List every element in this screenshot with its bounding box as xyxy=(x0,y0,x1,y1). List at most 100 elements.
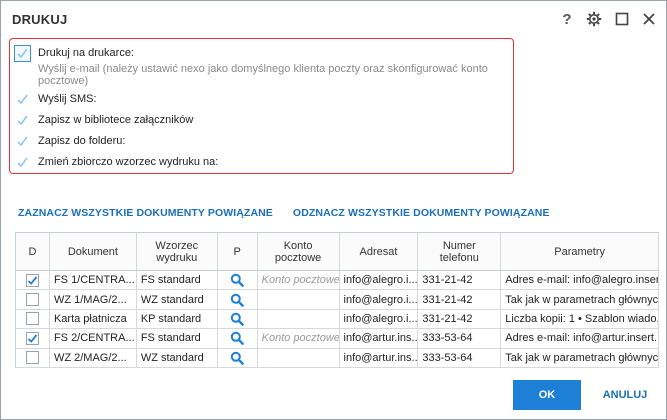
cell-wzorzec: WZ standard xyxy=(137,348,218,367)
cell-parametry: Adres e-mail: info@alegro.insert... xyxy=(501,271,659,290)
cell-dokument: WZ 2/MAG/2... xyxy=(50,348,137,367)
cell-wzorzec: KP standard xyxy=(137,309,218,329)
table-row[interactable]: WZ 2/MAG/2... WZ standard info@artur.ins… xyxy=(16,348,659,368)
cell-konto[interactable]: Konto pocztowe xyxy=(258,271,340,290)
cell-konto xyxy=(258,290,340,309)
search-icon[interactable] xyxy=(230,331,244,346)
deselect-all-related-link[interactable]: ODZNACZ WSZYSTKIE DOKUMENTY POWIĄZANE xyxy=(293,207,550,219)
cell-preview xyxy=(218,348,258,367)
search-icon[interactable] xyxy=(230,293,244,307)
search-icon[interactable] xyxy=(230,312,244,326)
option-change-template[interactable]: Zmień zbiorczo wzorzec wydruku na: xyxy=(14,152,218,172)
cell-wzorzec: WZ standard xyxy=(137,290,218,309)
cell-konto[interactable]: Konto pocztowe xyxy=(258,329,340,348)
link-bar: ZAZNACZ WSZYSTKIE DOKUMENTY POWIĄZANE OD… xyxy=(18,207,550,219)
cell-parametry: Tak jak w parametrach głównych xyxy=(501,290,659,309)
dialog-title: DRUKUJ xyxy=(12,12,68,27)
cell-preview xyxy=(218,271,258,290)
print-dialog: DRUKUJ ? Drukuj na drukarce: Wyślij e-ma… xyxy=(0,0,667,420)
cancel-button[interactable]: ANULUJ xyxy=(595,380,655,410)
cell-parametry: Tak jak w parametrach głównych xyxy=(501,348,659,367)
print-options-panel: Drukuj na drukarce: Wyślij e-mail (należ… xyxy=(9,38,514,174)
checkbox-send-sms[interactable] xyxy=(14,91,31,108)
option-save-library[interactable]: Zapisz w bibliotece załączników xyxy=(14,110,193,130)
row-checkbox-cell xyxy=(16,290,50,309)
table-row[interactable]: Karta płatnicza KP standard info@alegro.… xyxy=(16,309,659,330)
cell-telefon: 331-21-42 xyxy=(418,309,502,329)
cell-adresat: info@alegro.i... xyxy=(340,290,419,309)
cell-wzorzec: FS standard xyxy=(137,329,218,348)
option-print-printer[interactable]: Drukuj na drukarce: xyxy=(14,43,134,63)
option-label: Wyślij e-mail (należy ustawić nexo jako … xyxy=(38,63,488,87)
option-send-sms[interactable]: Wyślij SMS: xyxy=(14,89,97,109)
row-checkbox-cell xyxy=(16,329,50,348)
checkbox-change-template[interactable] xyxy=(14,154,31,171)
documents-table: D Dokument Wzorzec wydruku P Konto poczt… xyxy=(15,232,659,368)
ok-button[interactable]: OK xyxy=(513,380,581,410)
maximize-button[interactable] xyxy=(612,9,632,29)
check-icon xyxy=(17,157,28,167)
checkbox-save-library[interactable] xyxy=(14,112,31,129)
header-adresat[interactable]: Adresat xyxy=(340,233,419,270)
header-dokument[interactable]: Dokument xyxy=(50,233,137,270)
cell-konto xyxy=(258,309,340,329)
cell-dokument: FS 2/CENTRA... xyxy=(50,329,137,348)
check-icon xyxy=(27,276,38,285)
cell-telefon: 333-53-64 xyxy=(418,329,502,348)
option-label: Zapisz do folderu: xyxy=(38,135,126,147)
cell-dokument: FS 1/CENTRA... xyxy=(50,271,137,290)
settings-button[interactable] xyxy=(584,9,604,29)
row-checkbox[interactable] xyxy=(25,351,39,365)
cell-dokument: WZ 1/MAG/2... xyxy=(50,290,137,309)
row-checkbox[interactable] xyxy=(25,293,39,307)
select-all-related-link[interactable]: ZAZNACZ WSZYSTKIE DOKUMENTY POWIĄZANE xyxy=(18,207,273,219)
row-checkbox-cell xyxy=(16,271,50,290)
row-checkbox[interactable] xyxy=(25,312,39,326)
table-row[interactable]: WZ 1/MAG/2... WZ standard info@alegro.i.… xyxy=(16,290,659,310)
cell-adresat: info@artur.ins... xyxy=(340,348,419,367)
cell-adresat: info@alegro.i... xyxy=(340,309,419,329)
header-konto[interactable]: Konto pocztowe xyxy=(258,233,340,270)
cell-telefon: 331-21-42 xyxy=(418,271,502,290)
table-header: D Dokument Wzorzec wydruku P Konto poczt… xyxy=(16,233,659,271)
cell-wzorzec: FS standard xyxy=(137,271,218,290)
option-label: Zapisz w bibliotece załączników xyxy=(38,114,194,126)
search-icon[interactable] xyxy=(230,273,244,287)
row-checkbox-cell xyxy=(16,348,50,367)
cell-parametry: Liczba kopii: 1 • Szablon wiado... xyxy=(501,309,659,329)
cell-dokument: Karta płatnicza xyxy=(50,309,137,329)
option-label: Drukuj na drukarce: xyxy=(38,47,134,59)
cell-telefon: 331-21-42 xyxy=(418,290,502,309)
check-icon xyxy=(27,334,38,343)
search-icon[interactable] xyxy=(230,351,244,365)
header-p[interactable]: P xyxy=(218,233,258,270)
checkbox-print-printer[interactable] xyxy=(14,44,31,62)
row-checkbox[interactable] xyxy=(25,331,39,345)
header-telefon[interactable]: Numer telefonu xyxy=(418,233,502,270)
row-checkbox[interactable] xyxy=(25,273,39,287)
cell-adresat: info@artur.ins... xyxy=(340,329,419,348)
option-send-email: Wyślij e-mail (należy ustawić nexo jako … xyxy=(38,63,513,87)
close-button[interactable] xyxy=(639,9,659,29)
check-icon xyxy=(17,94,28,104)
close-icon xyxy=(643,13,655,25)
cell-adresat: info@alegro.i... xyxy=(340,271,419,290)
header-wzorzec[interactable]: Wzorzec wydruku xyxy=(137,233,218,270)
help-button[interactable]: ? xyxy=(557,9,577,29)
table-row[interactable]: FS 1/CENTRA... FS standard Konto pocztow… xyxy=(16,271,659,291)
title-bar: DRUKUJ ? xyxy=(1,1,666,37)
header-d[interactable]: D xyxy=(16,233,50,270)
checkbox-save-folder[interactable] xyxy=(14,133,31,150)
cell-preview xyxy=(218,329,258,348)
cell-parametry: Adres e-mail: info@artur.insert.... xyxy=(501,329,659,348)
gear-icon xyxy=(586,11,602,27)
header-parametry[interactable]: Parametry xyxy=(501,233,659,270)
option-save-folder[interactable]: Zapisz do folderu: xyxy=(14,131,125,151)
row-checkbox-cell xyxy=(16,309,50,329)
option-label: Zmień zbiorczo wzorzec wydruku na: xyxy=(38,156,219,168)
option-label: Wyślij SMS: xyxy=(38,93,97,105)
cell-telefon: 333-53-64 xyxy=(418,348,502,367)
cell-konto xyxy=(258,348,340,367)
maximize-icon xyxy=(615,12,629,26)
table-row[interactable]: FS 2/CENTRA... FS standard Konto pocztow… xyxy=(16,329,659,349)
